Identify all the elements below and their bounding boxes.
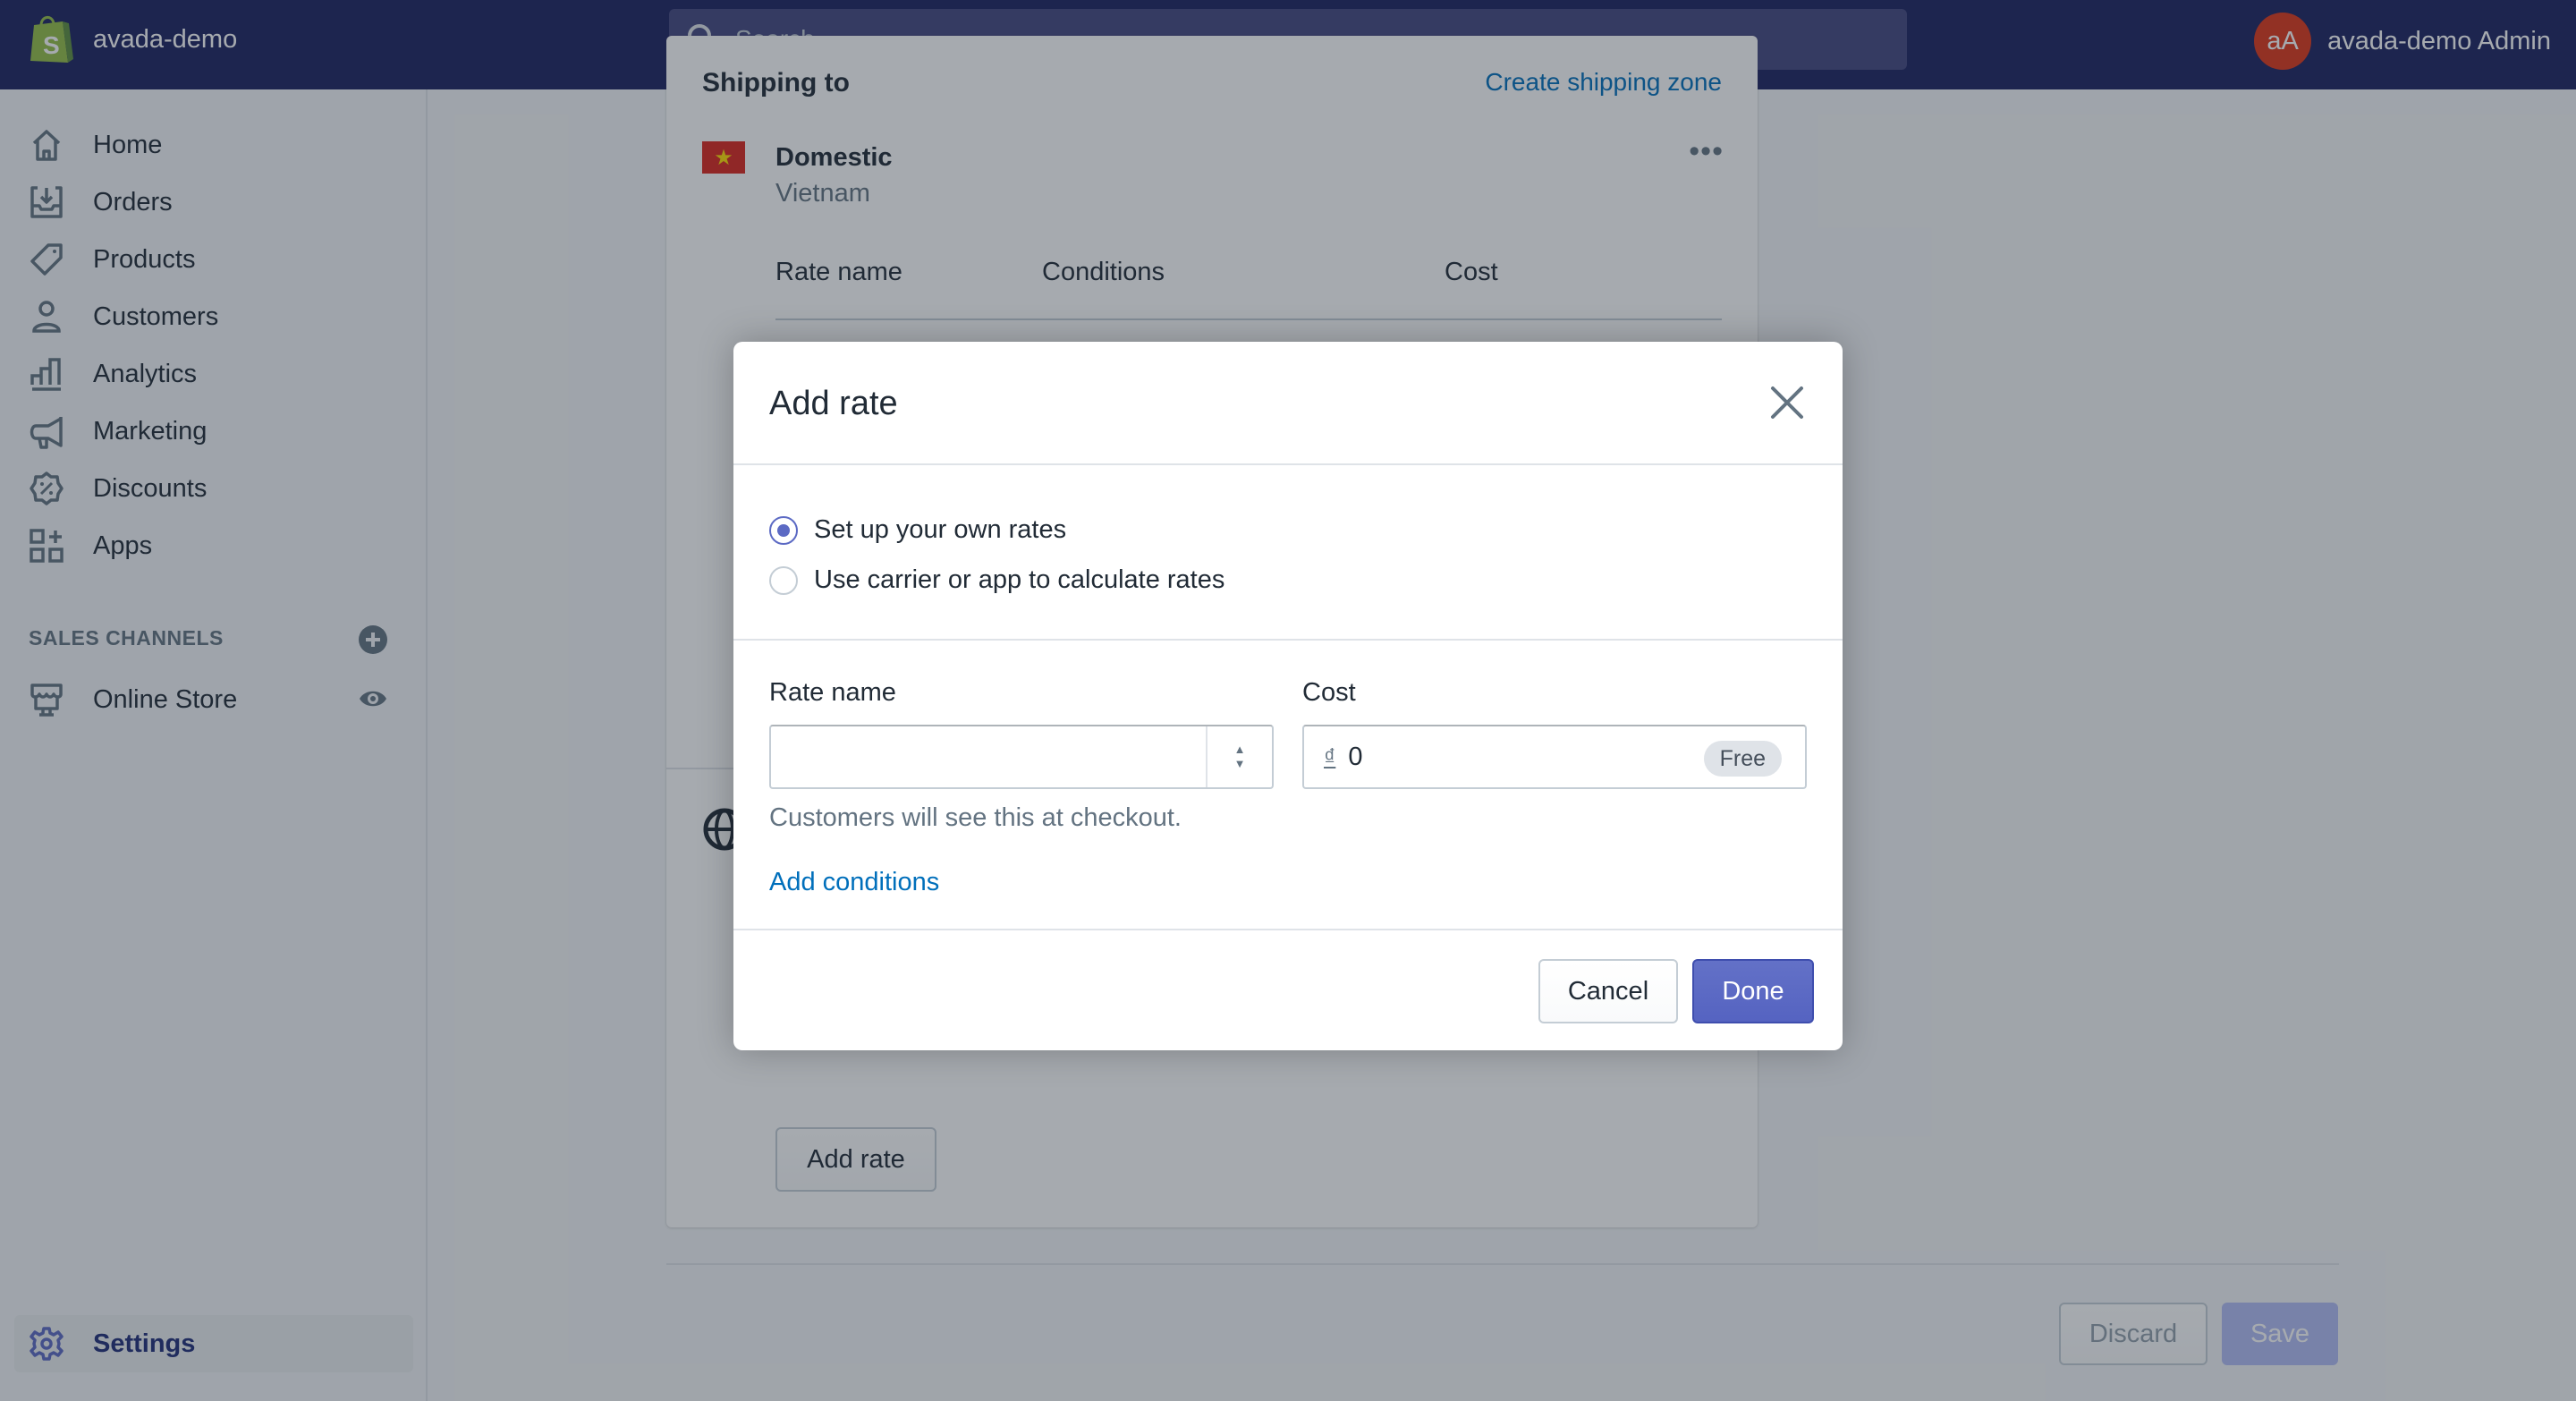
rate-name-help-text: Customers will see this at checkout.: [769, 803, 1182, 832]
modal-header: Add rate: [733, 342, 1843, 465]
cancel-button[interactable]: Cancel: [1538, 959, 1678, 1023]
cost-input[interactable]: [1348, 742, 1671, 772]
rate-name-select-icon[interactable]: ▲ ▼: [1206, 726, 1272, 787]
cost-field[interactable]: ₫ Free: [1302, 725, 1807, 789]
radio-label: Use carrier or app to calculate rates: [814, 565, 1225, 594]
rate-name-label: Rate name: [769, 678, 896, 707]
rate-type-section: Set up your own rates Use carrier or app…: [733, 465, 1843, 641]
free-badge: Free: [1703, 741, 1782, 777]
rate-form-section: Rate name ▲▼ Cost ₫ Free Customers will …: [733, 641, 1843, 930]
radio-button[interactable]: [769, 515, 798, 545]
close-icon[interactable]: [1767, 383, 1807, 422]
modal-title: Add rate: [769, 385, 898, 422]
done-button[interactable]: Done: [1692, 959, 1814, 1023]
add-conditions-link[interactable]: Add conditions: [769, 868, 939, 897]
radio-button[interactable]: [769, 565, 798, 595]
add-rate-modal: Add rate Set up your own rates Use carri…: [733, 342, 1843, 1050]
rate-name-input[interactable]: [771, 726, 1206, 787]
radio-own-rates[interactable]: Set up your own rates: [769, 515, 1066, 545]
currency-symbol: ₫: [1324, 743, 1336, 770]
cost-label: Cost: [1302, 678, 1356, 707]
radio-carrier-rates[interactable]: Use carrier or app to calculate rates: [769, 565, 1224, 595]
rate-name-field[interactable]: ▲ ▼: [769, 725, 1274, 789]
radio-label: Set up your own rates: [814, 515, 1067, 544]
